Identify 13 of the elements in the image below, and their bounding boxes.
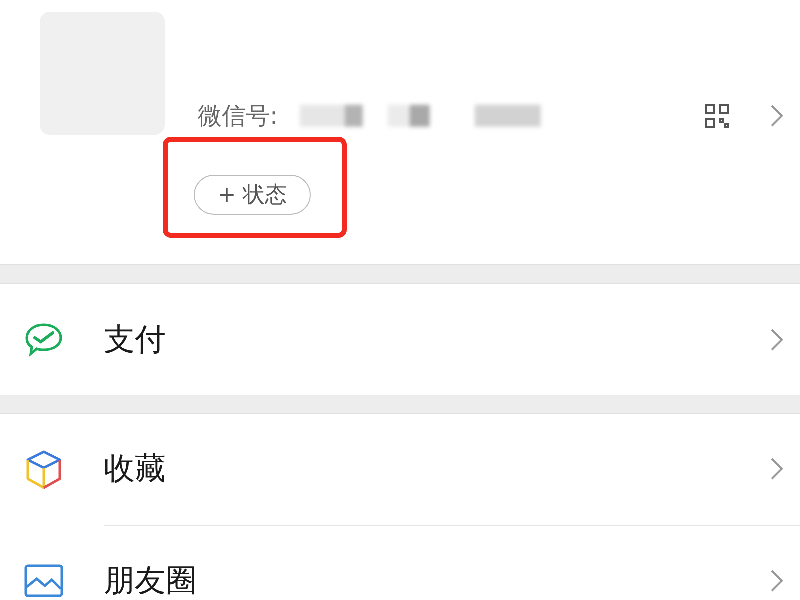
chevron-right-icon[interactable]	[770, 104, 784, 128]
chevron-right-icon[interactable]	[770, 457, 784, 481]
menu-item-label[interactable]: 朋友圈	[104, 560, 197, 600]
landscape-picture-icon	[24, 564, 64, 598]
menu-item-label[interactable]: 收藏	[104, 448, 166, 490]
qr-code-icon[interactable]	[704, 103, 730, 129]
menu-item-label[interactable]: 支付	[104, 318, 166, 360]
status-button[interactable]: + 状态	[194, 175, 311, 215]
cube-icon	[24, 448, 64, 490]
checkmark-chat-bubble-icon	[24, 322, 64, 358]
wechat-id-label: 微信号:	[198, 101, 278, 132]
chevron-right-icon[interactable]	[770, 568, 784, 592]
chevron-right-icon[interactable]	[770, 328, 784, 352]
